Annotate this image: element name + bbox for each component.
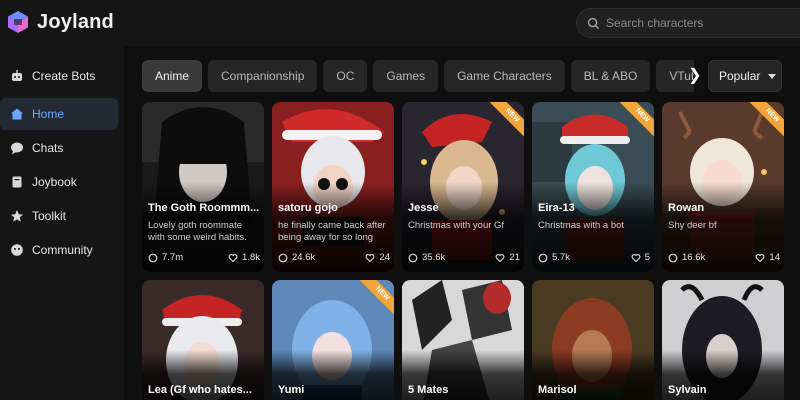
like-count: 24: [379, 252, 390, 263]
character-card[interactable]: 5 Mates: [402, 280, 524, 400]
card-name: Jesse: [408, 202, 439, 214]
heart-icon: [495, 253, 505, 262]
joyland-logo-icon: [8, 11, 28, 33]
card-description: Lovely goth roommate with some weird hab…: [148, 220, 247, 243]
like-count: 14: [769, 252, 780, 263]
card-name: Lea (Gf who hates...: [148, 384, 252, 396]
sidebar-item-label: Joybook: [32, 175, 77, 189]
heart-icon: [755, 253, 765, 262]
card-description: Christmas with a bot: [538, 220, 625, 231]
card-name: Rowan: [668, 202, 705, 214]
character-card[interactable]: satoru gojo he finally came back after b…: [272, 102, 394, 272]
sidebar-item-label: Home: [32, 107, 65, 121]
sidebar-item-label: Toolkit: [32, 209, 67, 223]
chat-count-icon: [148, 253, 158, 262]
search-input[interactable]: [606, 16, 800, 30]
like-count: 21: [509, 252, 520, 263]
app-name: Joyland: [37, 10, 114, 33]
home-icon: [11, 108, 23, 120]
sort-dropdown[interactable]: Popular: [708, 60, 782, 92]
chat-icon: [11, 142, 23, 155]
character-card[interactable]: NEW Rowan Shy deer bf 16.6k 14: [662, 102, 784, 272]
sidebar-item-create-bots[interactable]: Create Bots: [0, 60, 118, 92]
chat-count-icon: [538, 253, 548, 262]
card-stats: 35.6k 21: [408, 252, 520, 263]
card-stats: 5.7k 5: [538, 252, 650, 263]
chat-count-icon: [408, 253, 418, 262]
book-icon: [12, 176, 22, 188]
card-name: Sylvain: [668, 384, 707, 396]
like-count: 5: [644, 252, 650, 263]
sidebar-item-joybook[interactable]: Joybook: [0, 166, 118, 198]
card-name: The Goth Roommm...: [148, 202, 260, 214]
card-description: Christmas with your Gf: [408, 220, 505, 231]
toolkit-icon: [11, 210, 23, 222]
heart-icon: [365, 253, 375, 262]
tab-game-characters[interactable]: Game Characters: [444, 60, 565, 92]
sort-label: Popular: [719, 69, 761, 83]
card-name: Marisol: [538, 384, 577, 396]
sidebar-item-community[interactable]: Community: [0, 234, 118, 266]
card-name: 5 Mates: [408, 384, 449, 396]
card-description: he finally came back after being away fo…: [278, 220, 386, 243]
search-icon: [587, 17, 600, 29]
chat-count: 16.6k: [682, 252, 706, 263]
chat-count: 24.6k: [292, 252, 316, 263]
sidebar-item-home[interactable]: Home: [0, 98, 118, 130]
card-stats: 16.6k 14: [668, 252, 780, 263]
bot-icon: [12, 70, 22, 81]
top-bar: Joyland: [0, 0, 800, 46]
character-card[interactable]: Marisol: [532, 280, 654, 400]
main-content: Anime Companionship OC Games Game Characters…: [124, 46, 800, 400]
sidebar-item-toolkit[interactable]: Toolkit: [0, 200, 118, 232]
tab-oc[interactable]: OC: [323, 60, 368, 92]
character-card[interactable]: NEW Jesse Christmas with your Gf 35.6k 2…: [402, 102, 524, 272]
chat-count-icon: [668, 253, 678, 262]
sidebar-item-label: Chats: [32, 141, 64, 155]
tab-bl-abo[interactable]: BL & ABO: [570, 60, 651, 92]
card-name: Eira-13: [538, 202, 575, 214]
chat-count: 7.7m: [162, 252, 184, 263]
card-description: Shy deer bf: [668, 220, 717, 231]
sidebar-item-label: Create Bots: [32, 69, 96, 83]
character-card[interactable]: Lea (Gf who hates...: [142, 280, 264, 400]
tab-anime[interactable]: Anime: [142, 60, 203, 92]
character-card[interactable]: Sylvain: [662, 280, 784, 400]
sidebar-item-label: Community: [32, 243, 93, 257]
tab-games[interactable]: Games: [373, 60, 439, 92]
chat-count-icon: [278, 253, 288, 262]
logo[interactable]: Joyland: [6, 10, 114, 34]
chevron-right-icon[interactable]: ❯: [688, 64, 702, 88]
card-name: satoru gojo: [278, 202, 338, 214]
card-stats: 24.6k 24: [278, 252, 390, 263]
community-icon: [11, 244, 23, 256]
search-bar[interactable]: [576, 8, 800, 38]
heart-icon: [631, 253, 641, 262]
card-stats: 7.7m 1.8k: [148, 252, 260, 263]
sidebar-item-chats[interactable]: Chats: [0, 132, 118, 164]
chat-count: 5.7k: [552, 252, 570, 263]
character-card[interactable]: The Goth Roommm... Lovely goth roommate …: [142, 102, 264, 272]
card-name: Yumi: [278, 384, 305, 396]
tab-companionship[interactable]: Companionship: [208, 60, 318, 92]
sidebar: Create Bots Home Chats Joybook Toolkit C…: [0, 46, 124, 400]
character-card[interactable]: NEW Yumi: [272, 280, 394, 400]
heart-icon: [228, 253, 238, 262]
character-card[interactable]: NEW Eira-13 Christmas with a bot 5.7k 5: [532, 102, 654, 272]
chat-count: 35.6k: [422, 252, 446, 263]
chevron-down-icon: [768, 73, 777, 79]
like-count: 1.8k: [242, 252, 260, 263]
category-tabs: Anime Companionship OC Games Game Characters…: [142, 60, 694, 94]
